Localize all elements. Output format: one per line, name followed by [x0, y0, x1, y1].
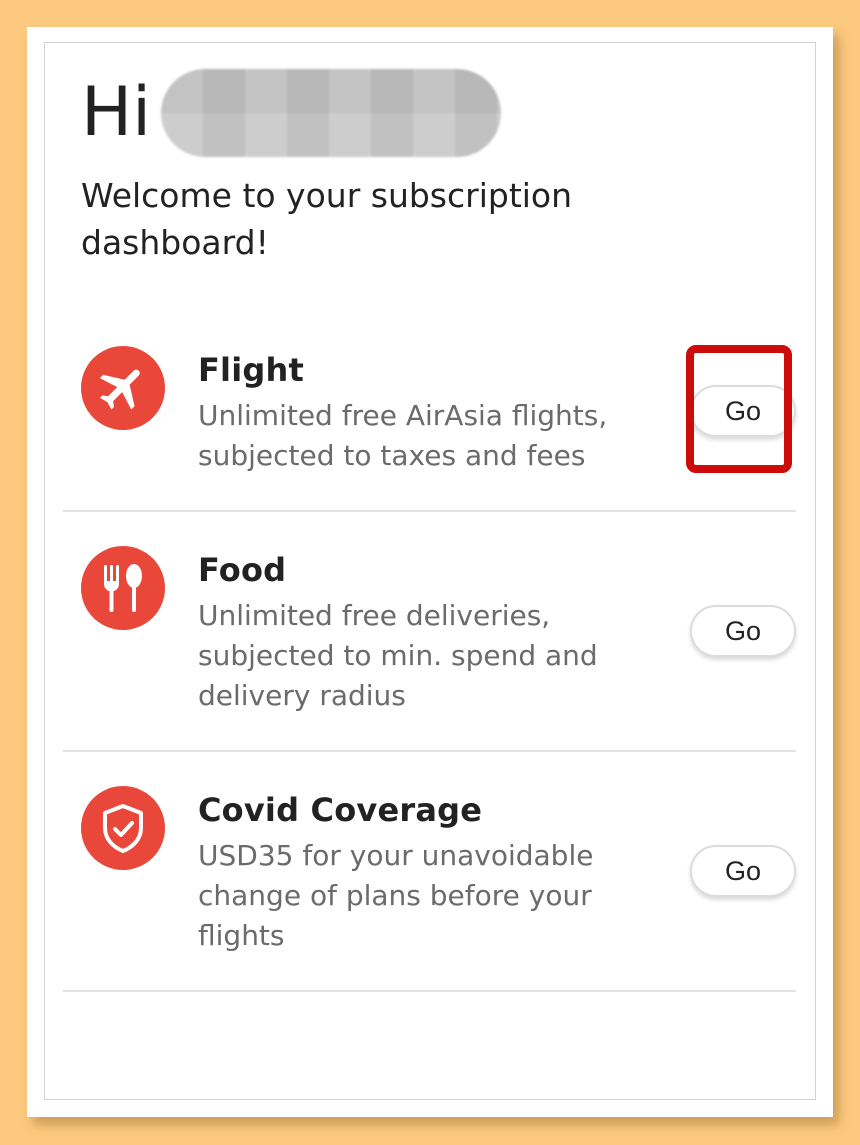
greeting: Hi	[81, 68, 502, 158]
subscription-item-covid-coverage: Covid Coverage USD35 for your unavoidabl…	[63, 770, 796, 990]
subscription-title: Covid Coverage	[198, 791, 483, 829]
subscription-item-flight: Flight Unlimited free AirAsia flights, s…	[63, 330, 796, 510]
redacted-user-name	[161, 69, 502, 157]
subscription-item-food: Food Unlimited free deliveries, subjecte…	[63, 530, 796, 750]
subscription-description: Unlimited free deliveries, subjected to …	[198, 599, 598, 712]
shield-check-icon	[81, 786, 165, 870]
flight-go-button[interactable]: Go	[690, 385, 796, 437]
subscription-title: Flight	[198, 351, 304, 389]
divider	[63, 510, 796, 512]
subscription-description: USD35 for your unavoidable change of pla…	[198, 839, 594, 952]
divider	[63, 990, 796, 992]
food-go-button[interactable]: Go	[690, 605, 796, 657]
divider	[63, 750, 796, 752]
subscription-description: Unlimited free AirAsia flights, subjecte…	[198, 399, 608, 472]
airplane-icon	[81, 346, 165, 430]
fork-spoon-icon	[81, 546, 165, 630]
greeting-text: Hi	[81, 73, 152, 152]
subscription-title: Food	[198, 551, 287, 589]
welcome-message: Welcome to your subscription dashboard!	[81, 176, 573, 262]
covid-coverage-go-button[interactable]: Go	[690, 845, 796, 897]
